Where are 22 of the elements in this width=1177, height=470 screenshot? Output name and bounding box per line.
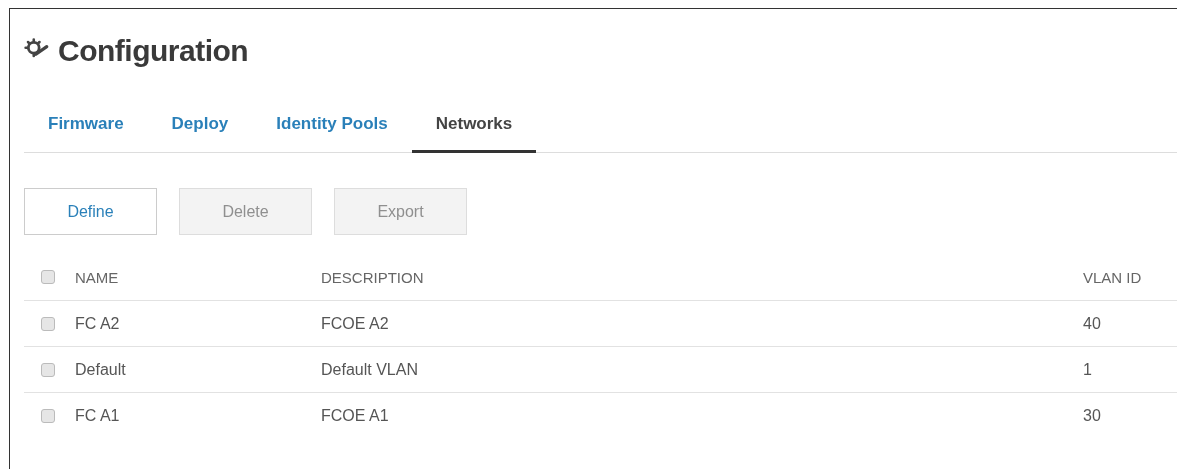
row-checkbox[interactable]	[41, 362, 55, 377]
table-cell-text: 40	[1083, 314, 1102, 333]
table-cell-text: FC A1	[75, 406, 121, 425]
column-header: DESCRIPTION	[321, 268, 425, 286]
table-cell-text: Default VLAN	[321, 360, 419, 379]
table-cell-text: FCOE A2	[321, 314, 390, 333]
table-cell-text: 30	[1083, 406, 1102, 425]
tab[interactable]: Networks	[411, 114, 537, 153]
table-cell-text: 1	[1083, 360, 1093, 379]
column-header: VLAN ID	[1083, 268, 1143, 286]
tab[interactable]: Identity Pools	[252, 114, 412, 153]
page-title: Configuration	[58, 34, 249, 68]
tab[interactable]: Firmware	[24, 114, 148, 153]
table-cell-text: Default	[75, 360, 127, 379]
tab[interactable]: Deploy	[147, 114, 253, 153]
row-checkbox[interactable]	[41, 408, 55, 423]
table-cell-text: FC A2	[75, 314, 121, 333]
column-header: NAME	[75, 268, 120, 286]
row-checkbox[interactable]	[41, 316, 55, 331]
table-cell-text: FCOE A1	[321, 406, 390, 425]
toolbar-button[interactable]: Define	[24, 188, 157, 235]
select-all-checkbox[interactable]	[41, 270, 55, 284]
